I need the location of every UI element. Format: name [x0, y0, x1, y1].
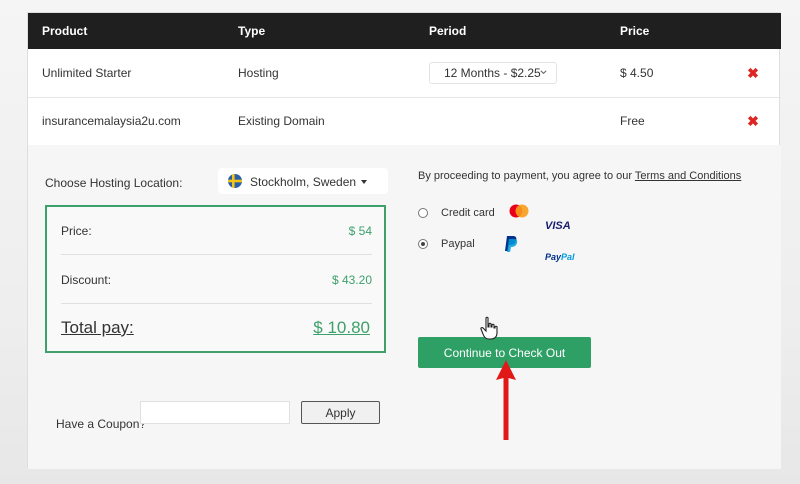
product-price: Free [620, 114, 645, 128]
discount-value: $ 43.20 [331, 273, 372, 287]
table-row: insurancemalaysia2u.com Existing Domain … [28, 97, 781, 146]
period-select[interactable]: 12 Months - $2.25 [429, 62, 557, 84]
chevron-down-icon [540, 70, 547, 75]
header-product: Product [42, 24, 88, 38]
paypal-label: Paypal [441, 238, 475, 250]
period-value: 12 Months - $2.25 [444, 66, 541, 80]
hosting-location-value: Stockholm, Sweden [250, 175, 357, 189]
product-type: Existing Domain [238, 114, 325, 128]
terms-text: By proceeding to payment, you agree to o… [418, 170, 633, 182]
terms-link[interactable]: Terms and Conditions [635, 170, 741, 182]
total-label: Total pay: [61, 318, 134, 337]
product-name: Unlimited Starter [42, 66, 132, 80]
order-summary: Price: $ 54 Discount: $ 43.20 Total pay:… [45, 205, 386, 353]
paypal-radio[interactable] [418, 239, 428, 249]
sweden-flag-icon [228, 174, 242, 188]
terms-notice: By proceeding to payment, you agree to o… [418, 170, 741, 182]
product-type: Hosting [238, 66, 279, 80]
table-row: Unlimited Starter Hosting 12 Months - $2… [28, 49, 781, 98]
checkout-section: Choose Hosting Location: Stockholm, Swed… [28, 145, 781, 469]
header-price: Price [620, 24, 650, 38]
discount-label: Discount: [61, 273, 112, 287]
price-row: Price: $ 54 [61, 224, 372, 238]
credit-card-radio[interactable] [418, 208, 428, 218]
paypal-wordmark: PayPal [545, 252, 575, 262]
visa-icon: VISA [545, 220, 571, 232]
product-name: insurancemalaysia2u.com [42, 114, 181, 128]
discount-row: Discount: $ 43.20 [61, 273, 372, 287]
divider [61, 254, 372, 255]
price-value: $ 54 [348, 224, 372, 238]
annotation-arrow-icon [496, 360, 516, 440]
paypal-icon [505, 236, 518, 252]
remove-item-icon[interactable]: ✖ [744, 112, 762, 130]
product-price: $ 4.50 [620, 66, 654, 80]
hosting-location-label: Choose Hosting Location: [45, 176, 183, 190]
apply-coupon-button[interactable]: Apply [301, 401, 380, 424]
total-value: $ 10.80 [313, 318, 370, 337]
price-label: Price: [61, 224, 92, 238]
coupon-label: Have a Coupon? [56, 417, 147, 431]
header-type: Type [238, 24, 266, 38]
remove-item-icon[interactable]: ✖ [744, 64, 762, 82]
coupon-input[interactable] [140, 401, 290, 424]
cart-panel: Product Type Period Price Unlimited Star… [27, 12, 781, 469]
divider [61, 303, 372, 304]
credit-card-label: Credit card [441, 207, 495, 219]
hand-cursor-icon [480, 316, 498, 340]
hosting-location-select[interactable]: Stockholm, Sweden [218, 168, 388, 194]
caret-down-icon [361, 180, 367, 184]
header-period: Period [429, 24, 467, 38]
mastercard-icon [509, 204, 529, 218]
table-header: Product Type Period Price [28, 13, 781, 49]
